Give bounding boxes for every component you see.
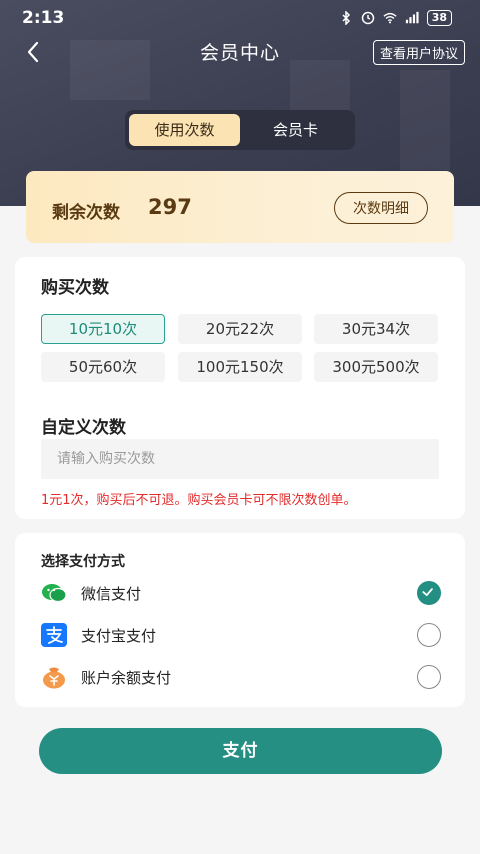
- remaining-count-card: 剩余次数 297 次数明细: [26, 171, 454, 243]
- segment-tabs: 使用次数 会员卡: [125, 110, 355, 150]
- package-option[interactable]: 30元34次: [314, 314, 438, 344]
- payment-option-wechat[interactable]: 微信支付: [41, 578, 441, 608]
- payment-card: 选择支付方式 微信支付 支付宝支付 账户余额支付: [15, 533, 465, 707]
- wechat-icon: [42, 584, 67, 603]
- purchase-notice: 1元1次，购买后不可退。购买会员卡可不限次数创单。: [41, 493, 357, 508]
- package-option[interactable]: 300元500次: [314, 352, 438, 382]
- payment-radio[interactable]: [417, 665, 441, 689]
- package-option[interactable]: 20元22次: [178, 314, 302, 344]
- status-icons: 38: [339, 10, 452, 26]
- wallet-icon: [43, 667, 65, 689]
- count-detail-button[interactable]: 次数明细: [334, 192, 428, 224]
- payment-option-alipay[interactable]: 支付宝支付: [41, 620, 441, 650]
- signal-icon: [405, 11, 419, 24]
- remaining-label: 剩余次数: [52, 203, 120, 223]
- pay-button[interactable]: 支付: [39, 728, 442, 774]
- custom-count-title: 自定义次数: [41, 418, 126, 438]
- custom-count-input[interactable]: [41, 439, 439, 479]
- payment-label: 微信支付: [81, 585, 142, 603]
- tab-membership-card[interactable]: 会员卡: [240, 114, 351, 146]
- status-time: 2:13: [22, 8, 65, 28]
- purchase-title: 购买次数: [41, 278, 109, 298]
- payment-label: 支付宝支付: [81, 627, 157, 645]
- wifi-icon: [383, 12, 397, 24]
- package-option[interactable]: 50元60次: [41, 352, 165, 382]
- payment-radio[interactable]: [417, 623, 441, 647]
- package-option[interactable]: 10元10次: [41, 314, 165, 344]
- remaining-value: 297: [148, 195, 192, 219]
- package-option[interactable]: 100元150次: [178, 352, 302, 382]
- alipay-icon: [41, 623, 67, 647]
- payment-option-balance[interactable]: 账户余额支付: [41, 662, 441, 692]
- battery-indicator: 38: [426, 10, 452, 26]
- check-icon: [422, 588, 433, 596]
- user-agreement-button[interactable]: 查看用户协议: [372, 40, 465, 65]
- nav-bar: 会员中心 查看用户协议: [0, 34, 480, 70]
- alarm-icon: [361, 11, 374, 25]
- tab-usage-count[interactable]: 使用次数: [129, 114, 240, 146]
- bluetooth-icon: [342, 11, 350, 25]
- status-bar: 2:13 38: [0, 0, 480, 38]
- payment-radio[interactable]: [417, 581, 441, 605]
- payment-label: 账户余额支付: [81, 669, 172, 687]
- decoration: [400, 70, 450, 170]
- purchase-card: 购买次数 10元10次 20元22次 30元34次 50元60次 100元150…: [15, 257, 465, 519]
- payment-title: 选择支付方式: [41, 554, 125, 570]
